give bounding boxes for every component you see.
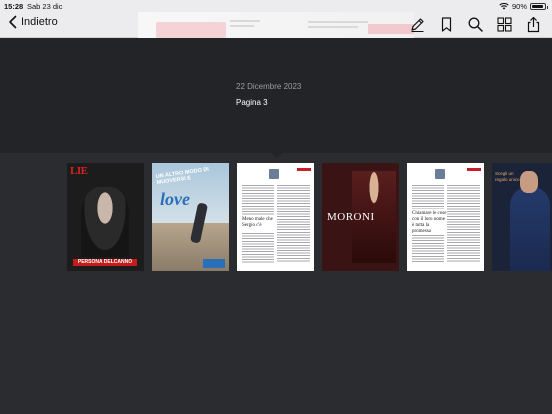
- share-icon[interactable]: [525, 16, 542, 33]
- page-preview-strip[interactable]: [138, 12, 414, 38]
- article-title: Meno male che Sergio c'è: [242, 217, 273, 228]
- article-tag: [297, 168, 311, 171]
- toolbar-icons: [409, 16, 542, 33]
- page-info-panel: 22 Dicembre 2023 Pagina 3: [0, 38, 552, 153]
- text-column: [412, 235, 444, 263]
- cover-script: love: [160, 189, 190, 209]
- page-thumbnail-6[interactable]: Scegli un regalo unico: [492, 163, 552, 271]
- article-tag: [467, 168, 481, 171]
- status-time: 15:28: [4, 2, 24, 11]
- preview-graphic: [156, 22, 226, 38]
- search-icon[interactable]: [467, 16, 484, 33]
- author-photo: [269, 169, 279, 179]
- preview-line: [308, 26, 358, 28]
- text-column: [242, 233, 274, 263]
- cover-masthead: LIE: [70, 165, 88, 177]
- pages-grid-icon[interactable]: [496, 16, 513, 33]
- wifi-icon: [499, 3, 509, 10]
- battery-percent: 90%: [511, 1, 527, 11]
- cover-suit: [510, 187, 550, 271]
- article-title: Chiamare le cose con il loro nome è tutt…: [412, 211, 447, 234]
- app-root: 15:28 Sab 23 dic 90% Indietro 22 Dicembr…: [0, 0, 552, 414]
- page-thumbnail-1[interactable]: LIE PERSONA DELCANNO: [67, 163, 144, 271]
- bookmark-icon[interactable]: [438, 16, 455, 33]
- battery-icon: [530, 2, 548, 10]
- page-thumbnail-5[interactable]: Chiamare le cose con il loro nome è tutt…: [407, 163, 484, 271]
- preview-line: [308, 21, 368, 23]
- text-column: [242, 185, 274, 215]
- status-date: Sab 23 dic: [27, 2, 63, 11]
- preview-graphic: [368, 24, 414, 34]
- cover-title: MORONI: [327, 211, 375, 223]
- text-column: [447, 185, 480, 263]
- page-thumbnail-3[interactable]: Meno male che Sergio c'è: [237, 163, 314, 271]
- back-label: Indietro: [21, 16, 58, 28]
- text-column: [412, 185, 444, 209]
- chevron-left-icon: [9, 15, 17, 29]
- cover-band: PERSONA DELCANNO: [73, 259, 137, 266]
- back-button[interactable]: Indietro: [8, 15, 58, 29]
- issue-date: 22 Dicembre 2023: [236, 82, 302, 91]
- page-thumbnail-4[interactable]: MORONI: [322, 163, 399, 271]
- preview-line: [230, 20, 260, 22]
- preview-line: [230, 25, 254, 27]
- cover-text: Scegli un regalo unico: [495, 171, 520, 182]
- status-right: 90%: [499, 1, 548, 11]
- author-photo: [435, 169, 445, 179]
- page-number: Pagina 3: [236, 98, 268, 107]
- text-column: [277, 185, 310, 263]
- page-thumbnails: LIE PERSONA DELCANNO UN ALTRO MODO DI MU…: [0, 153, 552, 414]
- navbar: Indietro: [0, 12, 552, 38]
- cover-portrait: [81, 187, 129, 257]
- page-thumbnail-2[interactable]: UN ALTRO MODO DI MUOVERSI E love: [152, 163, 229, 271]
- pencil-icon[interactable]: [409, 16, 426, 33]
- cover-face: [520, 171, 538, 193]
- selection-pointer: [271, 153, 283, 158]
- status-bar: 15:28 Sab 23 dic 90%: [0, 0, 552, 12]
- cover-logo: [203, 259, 225, 268]
- battery-fill: [532, 4, 543, 8]
